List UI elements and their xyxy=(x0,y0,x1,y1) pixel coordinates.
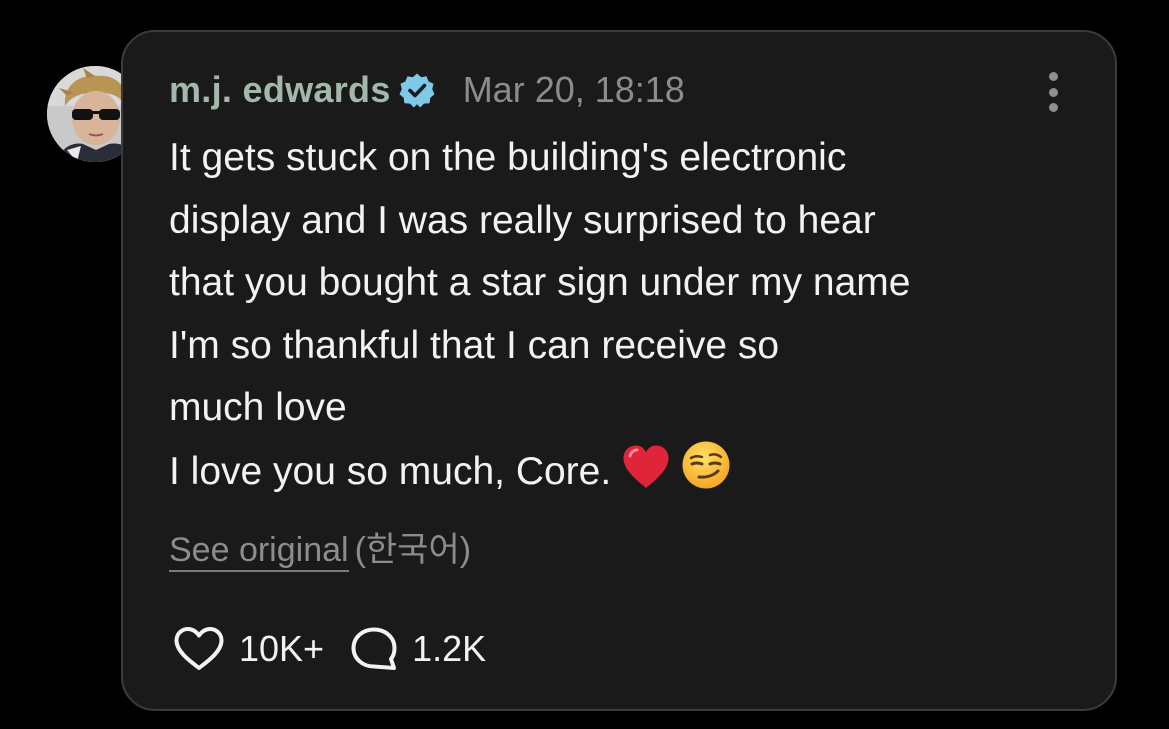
like-count: 10K+ xyxy=(239,628,325,669)
post-text-line: display and I was really surprised to he… xyxy=(169,198,876,242)
post-actions: 10K+ 1.2K xyxy=(173,624,486,674)
more-vertical-icon xyxy=(1048,72,1058,81)
like-button[interactable]: 10K+ xyxy=(173,626,324,672)
heart-outline-icon xyxy=(174,627,224,670)
speech-bubble-icon xyxy=(351,627,397,670)
see-original-link[interactable]: See original xyxy=(169,531,349,572)
original-language-label: (한국어) xyxy=(354,531,472,569)
smirking-face-emoji xyxy=(681,440,731,510)
translation-note: See original (한국어) xyxy=(169,522,472,572)
post-text-line: that you bought a star sign under my nam… xyxy=(169,261,911,304)
comment-button[interactable]: 1.2K xyxy=(350,626,486,672)
author-name[interactable]: m.j. edwards xyxy=(169,69,391,111)
post-text-line-last: I love you so much, Core. xyxy=(169,440,1089,510)
red-heart-emoji xyxy=(621,444,671,510)
post-text-line: I'm so thankful that I can receive so xyxy=(169,323,780,367)
comment-count: 1.2K xyxy=(412,628,487,669)
post-text-line: much love xyxy=(169,386,347,429)
post-text-line: It gets stuck on the building's electron… xyxy=(169,136,847,179)
more-options-button[interactable] xyxy=(1043,72,1063,112)
post-card: m.j. edwards Mar 20, 18:18 It gets stuck… xyxy=(121,30,1117,711)
verified-badge-icon xyxy=(399,72,435,108)
post-body: It gets stuck on the building's electron… xyxy=(169,127,1089,509)
post-timestamp: Mar 20, 18:18 xyxy=(462,69,685,110)
post-text-line-content: I love you so much, Core. xyxy=(169,449,612,493)
post-header: m.j. edwards Mar 20, 18:18 xyxy=(169,68,685,112)
